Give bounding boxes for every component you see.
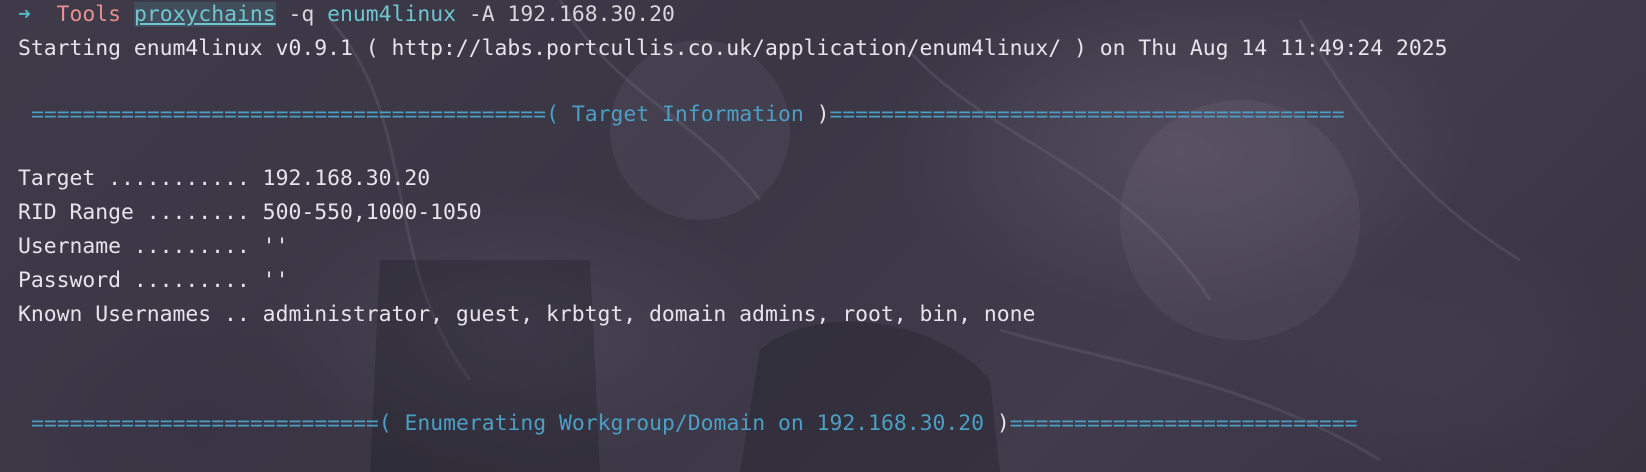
prompt-line: ➜ Tools proxychains -q enum4linux -A 192… — [18, 0, 675, 30]
banner-enumerating-workgroup: ===========================( Enumerating… — [31, 411, 1358, 436]
command-flag: -q — [288, 2, 315, 27]
banner-title: Enumerating Workgroup/Domain on 192.168.… — [404, 411, 985, 436]
banner-rule-left: ======================================== — [31, 102, 547, 127]
command-args: -A 192.168.30.20 — [468, 2, 675, 27]
banner-target-information: ========================================… — [31, 102, 1345, 127]
command-tool: enum4linux — [327, 2, 456, 27]
banner-rule-left: =========================== — [31, 411, 379, 436]
prompt-arrow-icon: ➜ — [18, 2, 31, 27]
target-line: Target ........... 192.168.30.20 — [18, 166, 431, 191]
password-line: Password ......... '' — [18, 268, 289, 293]
banner-rule-right: =========================== — [1009, 411, 1358, 436]
banner-rule-right: ======================================== — [829, 102, 1345, 127]
rid-range-line: RID Range ........ 500-550,1000-1050 — [18, 200, 482, 225]
starting-line: Starting enum4linux v0.9.1 ( http://labs… — [18, 36, 1448, 61]
username-line: Username ......... '' — [18, 234, 289, 259]
command-proxychains: proxychains — [133, 2, 276, 27]
known-usernames-line: Known Usernames .. administrator, guest,… — [18, 302, 1036, 327]
terminal-output: ➜ Tools proxychains -q enum4linux -A 192… — [18, 0, 1646, 472]
banner-title: Target Information — [571, 102, 804, 127]
prompt-directory: Tools — [56, 2, 122, 27]
